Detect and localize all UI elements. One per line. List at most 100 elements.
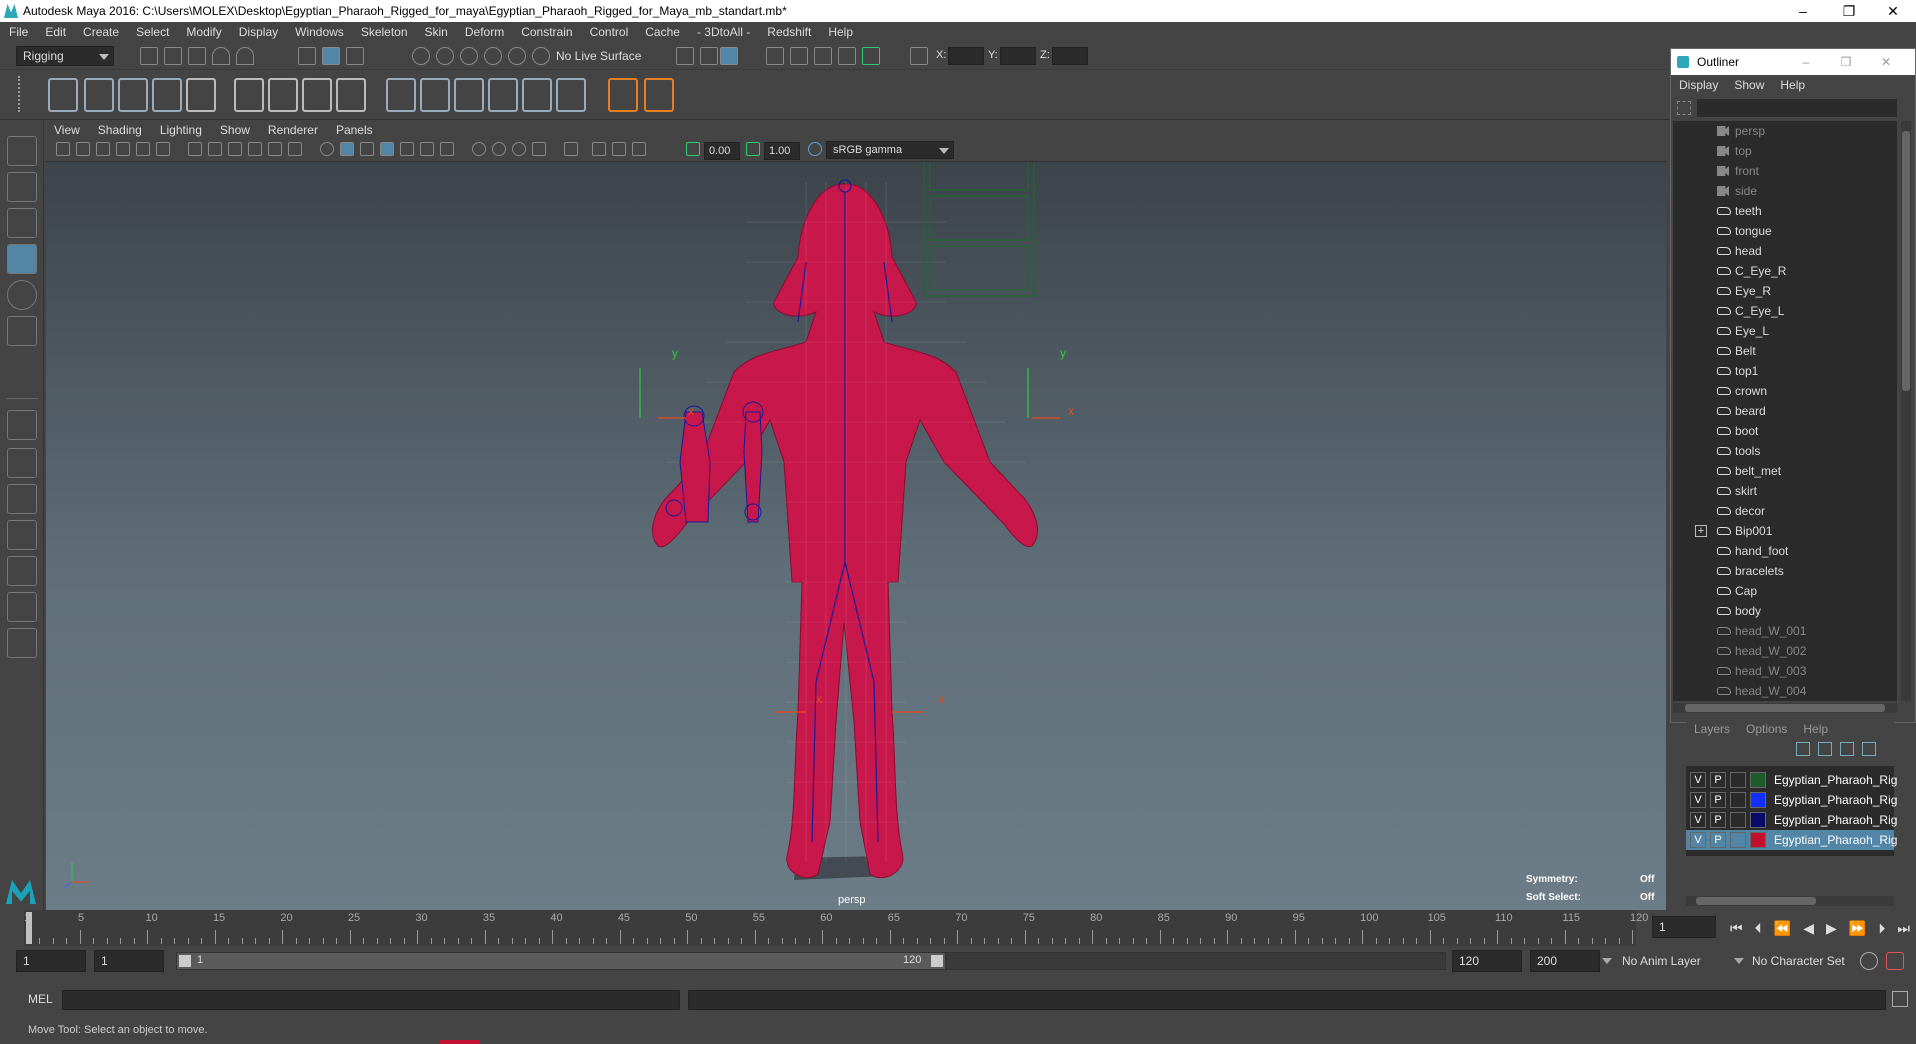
outliner-scrollbar-thumb[interactable]: [1902, 131, 1910, 391]
snap-grid-icon[interactable]: [412, 47, 430, 65]
go-to-start-icon[interactable]: ⏮: [1730, 920, 1743, 936]
orient-constraint-icon[interactable]: [454, 78, 484, 112]
layer-display-type-toggle[interactable]: [1730, 812, 1746, 828]
gamma-icon[interactable]: [746, 142, 760, 156]
menu-select[interactable]: Select: [127, 25, 177, 39]
input-ops-icon[interactable]: [676, 47, 694, 65]
layer-display-type-toggle[interactable]: [1730, 832, 1746, 848]
menu-cache[interactable]: Cache: [636, 25, 688, 39]
minimize-button[interactable]: –: [1780, 0, 1826, 22]
scale-tool-icon[interactable]: [7, 316, 37, 346]
outliner-item-belt[interactable]: Belt: [1673, 341, 1897, 361]
colorspace-dropdown[interactable]: sRGB gamma: [826, 141, 954, 159]
menu-windows[interactable]: Windows: [286, 25, 352, 39]
outliner-hscrollbar-thumb[interactable]: [1685, 704, 1885, 712]
layer-visibility-toggle[interactable]: V: [1690, 772, 1706, 788]
exposure-icon[interactable]: [686, 142, 700, 156]
two-d-pan-zoom-icon[interactable]: [136, 142, 150, 156]
outliner-item-decor[interactable]: decor: [1673, 501, 1897, 521]
outliner-menu-show[interactable]: Show: [1726, 78, 1772, 92]
outliner-item-body[interactable]: body: [1673, 601, 1897, 621]
y-field[interactable]: [1000, 47, 1036, 65]
save-scene-icon[interactable]: [188, 47, 206, 65]
layer-playback-toggle[interactable]: P: [1710, 832, 1726, 848]
outliner-item-crown[interactable]: crown: [1673, 381, 1897, 401]
outliner-item-bip001[interactable]: + Bip001: [1673, 521, 1897, 541]
outliner-minimize-button[interactable]: –: [1791, 49, 1821, 75]
menu-control[interactable]: Control: [581, 25, 637, 39]
outliner-item-skirt[interactable]: skirt: [1673, 481, 1897, 501]
layer-color-swatch[interactable]: [1750, 772, 1766, 788]
menu-skin[interactable]: Skin: [416, 25, 456, 39]
layer-row[interactable]: V P Egyptian_Pharaoh_Rig: [1686, 810, 1897, 830]
menu-file[interactable]: File: [0, 25, 36, 39]
menu-constrain[interactable]: Constrain: [512, 25, 580, 39]
cluster-icon[interactable]: [336, 78, 366, 112]
select-object-icon[interactable]: [322, 47, 340, 65]
z-field[interactable]: [1052, 47, 1088, 65]
outliner-item-belt-met[interactable]: belt_met: [1673, 461, 1897, 481]
layer-visibility-toggle[interactable]: V: [1690, 832, 1706, 848]
move-layer-up-icon[interactable]: [1796, 742, 1810, 756]
outliner-search-input[interactable]: [1697, 99, 1897, 117]
snap-curve-icon[interactable]: [436, 47, 454, 65]
move-tool-icon[interactable]: [7, 244, 37, 274]
paint-select-icon[interactable]: [7, 208, 37, 238]
layer-playback-toggle[interactable]: P: [1710, 812, 1726, 828]
layer-color-swatch[interactable]: [1750, 832, 1766, 848]
layer-menu-help[interactable]: Help: [1795, 722, 1836, 736]
frame-child-icon[interactable]: [632, 142, 646, 156]
time-slider[interactable]: 1510152025303540455055606570758085909510…: [0, 910, 1916, 946]
menu-modify[interactable]: Modify: [177, 25, 229, 39]
gamma-field[interactable]: 1.00: [764, 142, 800, 160]
outliner-item-persp[interactable]: persp: [1673, 121, 1897, 141]
ipr-render-icon[interactable]: [790, 47, 808, 65]
animation-start-field[interactable]: 1: [16, 950, 86, 972]
live-surface-label[interactable]: No Live Surface: [556, 49, 641, 63]
outliner-item-head-w-002[interactable]: head_W_002: [1673, 641, 1897, 661]
command-language-label[interactable]: MEL: [28, 992, 53, 1006]
range-end-handle[interactable]: [931, 955, 943, 967]
outliner-item-c-eye-l[interactable]: C_Eye_L: [1673, 301, 1897, 321]
smooth-shade-icon[interactable]: [340, 142, 354, 156]
outliner-menu-display[interactable]: Display: [1671, 78, 1726, 92]
outliner-item-head[interactable]: head: [1673, 241, 1897, 261]
outliner-item-head-w-003[interactable]: head_W_003: [1673, 661, 1897, 681]
step-forward-key-icon[interactable]: ⏩: [1849, 920, 1866, 936]
play-backwards-icon[interactable]: ◀: [1803, 920, 1814, 936]
outliner-item-front[interactable]: front: [1673, 161, 1897, 181]
grid-icon[interactable]: [188, 142, 202, 156]
exposure-field[interactable]: 0.00: [704, 142, 740, 160]
script-editor-icon[interactable]: [1892, 991, 1908, 1007]
paint-weights-icon[interactable]: [268, 78, 298, 112]
persp-graph-hypershade-layout-icon[interactable]: [7, 556, 37, 586]
menu-edit[interactable]: Edit: [36, 25, 74, 39]
ik-handle-icon[interactable]: [84, 78, 114, 112]
range-start-handle[interactable]: [179, 955, 191, 967]
snap-vertex-icon[interactable]: [532, 47, 550, 65]
image-plane-icon[interactable]: [116, 142, 130, 156]
menu-skeleton[interactable]: Skeleton: [352, 25, 416, 39]
shadows-icon[interactable]: [420, 142, 434, 156]
grease-pencil-icon[interactable]: [156, 142, 170, 156]
parent-constraint-icon[interactable]: [386, 78, 416, 112]
outliner-item-top[interactable]: top: [1673, 141, 1897, 161]
restore-button[interactable]: ❐: [1826, 0, 1872, 22]
outliner-item-tongue[interactable]: tongue: [1673, 221, 1897, 241]
outliner-scrollbar[interactable]: [1901, 121, 1911, 701]
playback-start-field[interactable]: 1: [94, 950, 164, 972]
menu-help[interactable]: Help: [819, 25, 861, 39]
animation-preferences-icon[interactable]: [1886, 952, 1904, 970]
isolate-select-icon[interactable]: [472, 142, 486, 156]
frame-parent-icon[interactable]: [612, 142, 626, 156]
persp-outliner-layout-icon[interactable]: [7, 484, 37, 514]
layer-menu-layers[interactable]: Layers: [1686, 722, 1738, 736]
orient-joint-icon[interactable]: [186, 78, 216, 112]
wireframe-icon[interactable]: [320, 142, 334, 156]
x-field[interactable]: [948, 47, 984, 65]
expand-icon[interactable]: +: [1695, 525, 1707, 537]
four-view-layout-icon[interactable]: [7, 448, 37, 478]
outliner-item-boot[interactable]: boot: [1673, 421, 1897, 441]
film-gate-icon[interactable]: [208, 142, 222, 156]
gate-mask-icon[interactable]: [248, 142, 262, 156]
